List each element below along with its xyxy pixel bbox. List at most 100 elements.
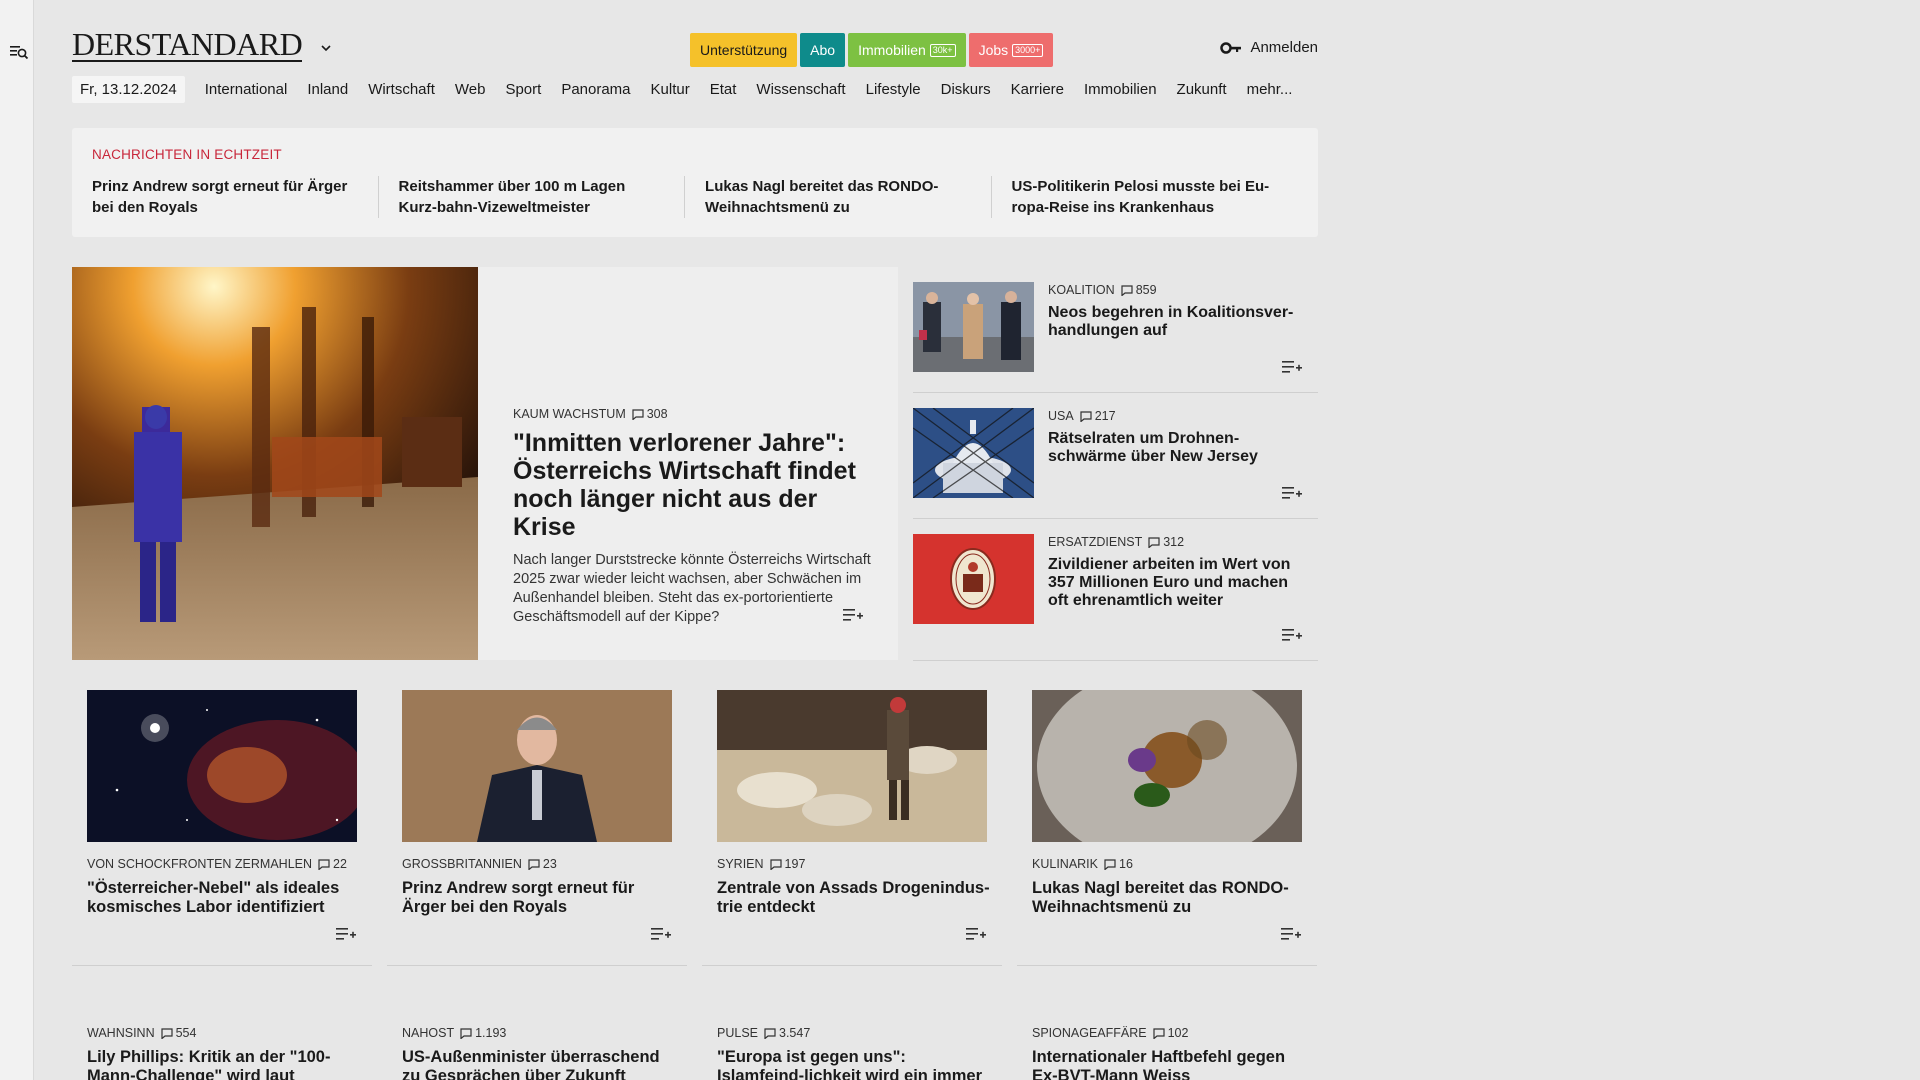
nav-item[interactable]: Sport: [505, 81, 541, 98]
nav-item[interactable]: Etat: [710, 81, 737, 98]
login-link[interactable]: Anmelden: [1220, 39, 1318, 56]
comment-count[interactable]: 312: [1148, 535, 1184, 549]
comment-count[interactable]: 23: [528, 857, 557, 871]
kicker-label: ERSATZDIENST: [1048, 535, 1143, 549]
ticker-items: Prinz Andrew sorgt erneut für Ärger bei …: [92, 176, 1298, 218]
article-kicker: PULSE 3.547: [717, 1026, 997, 1040]
article-title[interactable]: Neos begehren in Koalitionsver-handlunge…: [1048, 304, 1308, 340]
nav-item[interactable]: Zukunft: [1177, 81, 1227, 98]
comment-count[interactable]: 197: [769, 857, 805, 871]
nav-item[interactable]: Wissenschaft: [756, 81, 845, 98]
menu-search-icon[interactable]: [9, 42, 29, 62]
playlist-add-icon[interactable]: [1281, 485, 1303, 501]
playlist-add-icon[interactable]: [1281, 627, 1303, 643]
top-button-1[interactable]: Abo: [800, 33, 846, 67]
top-button-label: Abo: [810, 42, 836, 58]
article-kicker: KOALITION 859: [1048, 283, 1308, 297]
article-title[interactable]: "Europa ist gegen uns": Islamfeind-lichk…: [717, 1048, 997, 1080]
playlist-add-icon[interactable]: [335, 926, 357, 942]
top-button-label: Unterstützung: [700, 42, 788, 58]
comment-count[interactable]: 1.193: [460, 1026, 506, 1040]
ticker-item[interactable]: Reitshammer über 100 m Lagen Kurz-bahn-V…: [399, 176, 686, 218]
comment-count[interactable]: 102: [1153, 1026, 1188, 1040]
ticker-item[interactable]: US-Politikerin Pelosi musste bei Eu-ropa…: [1012, 176, 1298, 218]
article-card[interactable]: KULINARIK 16 Lukas Nagl bereitet das RONDO…: [1017, 690, 1317, 966]
article-text: USA 217 Rätselraten um Drohnen-schwärme üb…: [1048, 409, 1308, 466]
hero-title[interactable]: "Inmitten verlorener Jahre": Österreichs…: [513, 429, 873, 541]
comment-count[interactable]: 554: [160, 1026, 197, 1040]
article-kicker: USA 217: [1048, 409, 1308, 423]
comment-count[interactable]: 308: [632, 407, 668, 421]
nav-item[interactable]: Web: [455, 81, 486, 98]
side-article[interactable]: USA 217 Rätselraten um Drohnen-schwärme üb…: [913, 393, 1318, 519]
comment-count-value: 554: [175, 1026, 197, 1040]
kicker-label: USA: [1048, 409, 1074, 423]
nav-item[interactable]: mehr...: [1247, 81, 1293, 98]
article-title[interactable]: Lukas Nagl bereitet das RONDO-Weihnachts…: [1032, 879, 1307, 917]
site-logo[interactable]: DERSTANDARD: [72, 28, 303, 62]
hero-article[interactable]: KAUM WACHSTUM 308 "Inmitten verlorener J…: [72, 267, 898, 660]
comment-count[interactable]: 217: [1080, 409, 1116, 423]
article-text: SPIONAGEAFFÄRE 102 Internationaler Haftbef…: [1032, 1026, 1312, 1080]
article-title[interactable]: Prinz Andrew sorgt erneut für Ärger bei …: [402, 879, 677, 917]
ticker-item[interactable]: Lukas Nagl bereitet das RONDO-Weihnachts…: [705, 176, 992, 218]
kicker-label: WAHNSINN: [87, 1026, 155, 1040]
nav-item[interactable]: International: [205, 81, 288, 98]
article-kicker: WAHNSINN 554: [87, 1026, 367, 1040]
article-kicker: ERSATZDIENST 312: [1048, 535, 1308, 549]
article-title[interactable]: Rätselraten um Drohnen-schwärme über New…: [1048, 430, 1308, 466]
comment-count[interactable]: 22: [318, 857, 347, 871]
nav-item[interactable]: Lifestyle: [866, 81, 921, 98]
top-button-label: Jobs: [978, 42, 1009, 58]
article-card[interactable]: SYRIEN 197 Zentrale von Assads Drogenindus…: [702, 690, 1002, 966]
nav-item[interactable]: Kultur: [651, 81, 690, 98]
side-article[interactable]: KOALITION 859 Neos begehren in Koalitionsv…: [913, 267, 1318, 393]
article-card[interactable]: GROSSBRITANNIEN 23 Prinz Andrew sorgt erne…: [387, 690, 687, 966]
article-text: WAHNSINN 554 Lily Phillips: Kritik an der …: [87, 1026, 367, 1080]
comment-count-value: 859: [1135, 283, 1157, 297]
chevron-down-icon[interactable]: [318, 40, 334, 56]
article-title[interactable]: Zivildiener arbeiten im Wert von 357 Mil…: [1048, 556, 1308, 610]
comment-count[interactable]: 16: [1104, 857, 1133, 871]
article-title[interactable]: Lily Phillips: Kritik an der "100-Mann-C…: [87, 1048, 367, 1080]
nav-item[interactable]: Wirtschaft: [368, 81, 435, 98]
comment-icon: [1153, 1027, 1165, 1039]
comment-icon: [1121, 284, 1133, 296]
comment-icon: [318, 858, 330, 870]
playlist-add-icon[interactable]: [650, 926, 672, 942]
article-image: [717, 690, 987, 842]
comment-count[interactable]: 3.547: [764, 1026, 810, 1040]
article-card[interactable]: VON SCHOCKFRONTEN ZERMAHLEN 22 "Österreich…: [72, 690, 372, 966]
comment-count[interactable]: 859: [1121, 283, 1157, 297]
article-text: PULSE 3.547 "Europa ist gegen uns": Islamf…: [717, 1026, 997, 1080]
hero-text: KAUM WACHSTUM 308 "Inmitten verlorener J…: [513, 407, 873, 627]
nav-item[interactable]: Panorama: [561, 81, 630, 98]
realtime-news-ticker: NACHRICHTEN IN ECHTZEIT Prinz Andrew sor…: [72, 128, 1318, 237]
ticker-item[interactable]: Prinz Andrew sorgt erneut für Ärger bei …: [92, 176, 379, 218]
article-title[interactable]: US-Außenminister überraschend zu Gespräc…: [402, 1048, 682, 1080]
playlist-add-icon[interactable]: [1281, 359, 1303, 375]
nav-item[interactable]: Diskurs: [941, 81, 991, 98]
nav-item[interactable]: Karriere: [1011, 81, 1064, 98]
article-title[interactable]: "Österreicher-Nebel" als ideales kosmisc…: [87, 879, 362, 917]
nav-item[interactable]: Immobilien: [1084, 81, 1157, 98]
article-title[interactable]: Zentrale von Assads Drogenindus-trie ent…: [717, 879, 992, 917]
article-kicker: SYRIEN 197: [717, 857, 992, 871]
playlist-add-icon[interactable]: [842, 607, 864, 623]
kicker-label: SPIONAGEAFFÄRE: [1032, 1026, 1147, 1040]
top-button-2[interactable]: Immobilien 30k+: [848, 33, 966, 67]
article-title[interactable]: Internationaler Haftbefehl gegen Ex-BVT-…: [1032, 1048, 1312, 1080]
kicker-label: SYRIEN: [717, 857, 764, 871]
left-sidebar: [0, 0, 34, 1080]
top-button-0[interactable]: Unterstützung: [690, 33, 798, 67]
article-kicker: SPIONAGEAFFÄRE 102: [1032, 1026, 1312, 1040]
nav-item[interactable]: Inland: [307, 81, 348, 98]
key-icon: [1220, 41, 1242, 54]
comment-icon: [1148, 536, 1160, 548]
side-article[interactable]: ERSATZDIENST 312 Zivildiener arbeiten im W…: [913, 519, 1318, 661]
comment-icon: [632, 408, 644, 420]
playlist-add-icon[interactable]: [965, 926, 987, 942]
top-button-3[interactable]: Jobs 3000+: [968, 33, 1054, 67]
comment-icon: [528, 858, 540, 870]
playlist-add-icon[interactable]: [1280, 926, 1302, 942]
